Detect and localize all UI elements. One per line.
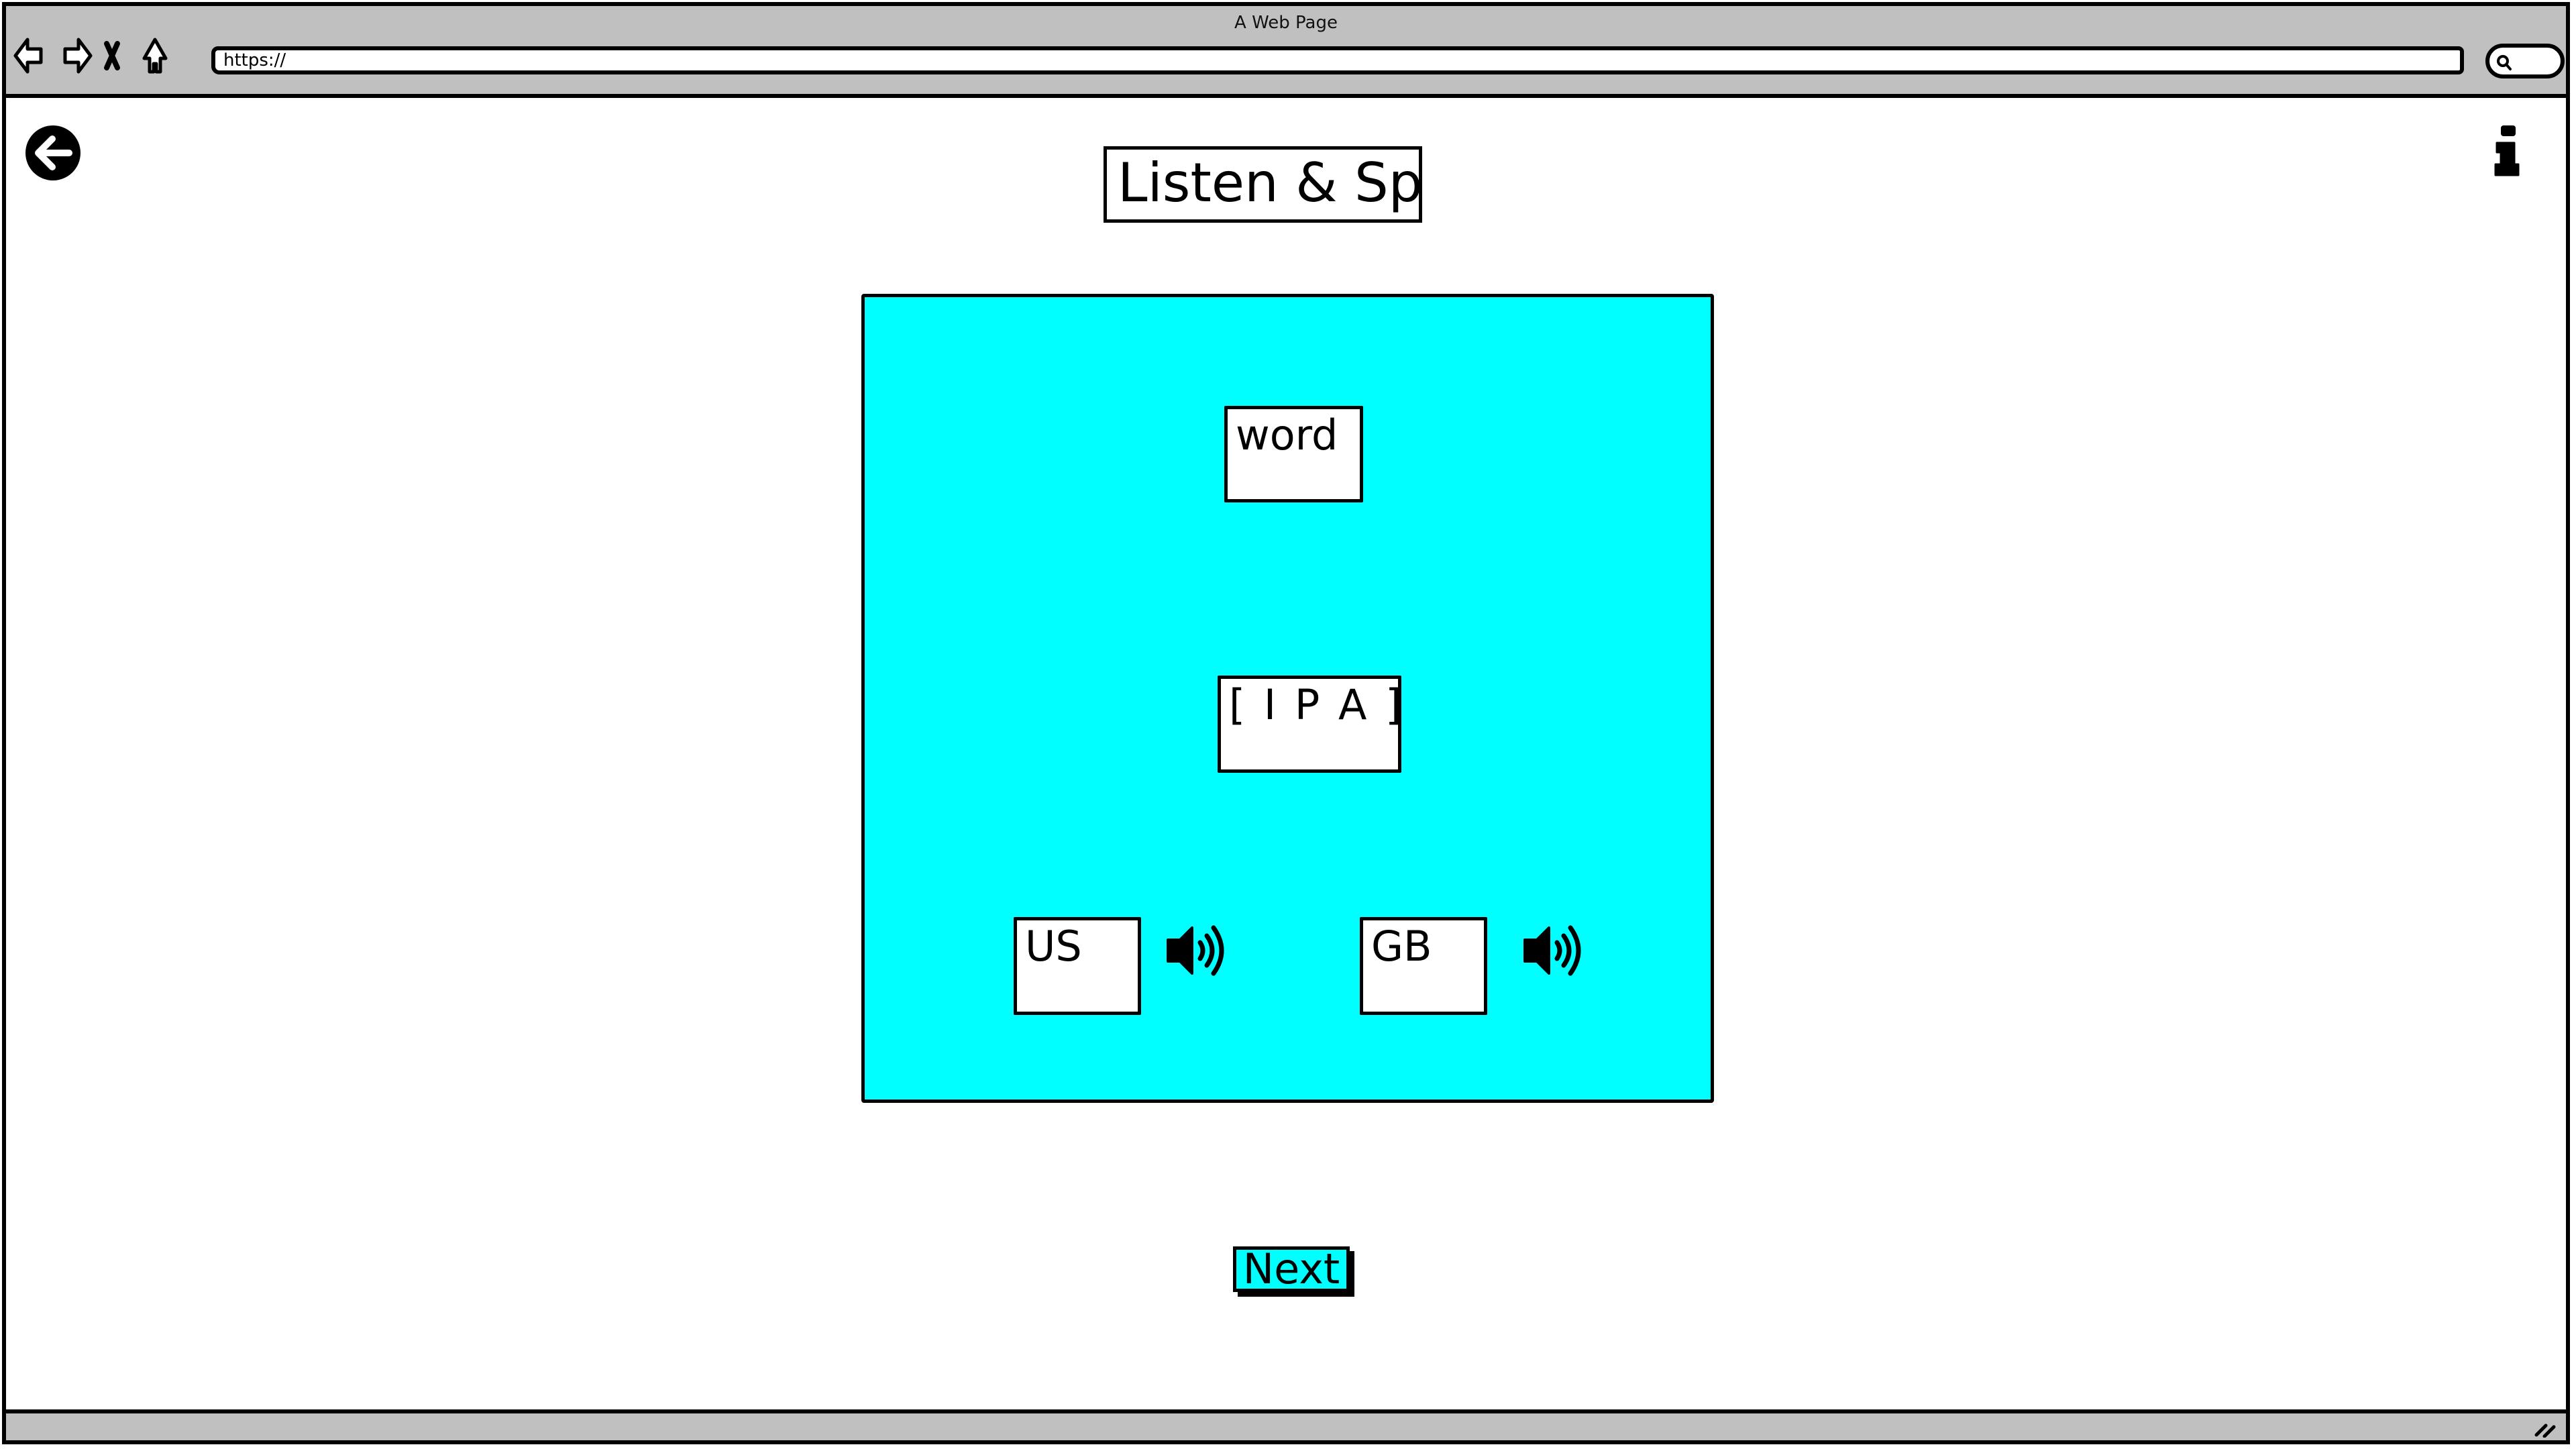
url-input[interactable]: https:// [211,46,2464,74]
resize-grip-icon[interactable] [2534,1421,2557,1438]
browser-search-field[interactable] [2485,44,2565,78]
speaker-icon [1167,925,1224,976]
us-pronunciation-card: US [1014,917,1141,1015]
page-title: Listen & Spell [1104,146,1422,223]
gb-label: GB [1371,922,1432,971]
search-icon [2497,55,2512,70]
word-panel: word [ I P A ] US GB [861,294,1714,1103]
circle-arrow-left-icon [25,125,80,180]
gb-speaker-button[interactable] [1522,924,1584,977]
word-card: word [1224,406,1363,502]
window-title: A Web Page [1234,13,1338,33]
browser-toolbar: A Web Page https:// [2,2,2570,98]
speaker-icon [1523,925,1581,976]
word-text: word [1236,411,1338,460]
browser-status-bar [2,1409,2570,1444]
next-button[interactable]: Next [1233,1246,1350,1292]
us-speaker-button[interactable] [1165,924,1227,977]
url-text: https:// [223,50,286,70]
back-button[interactable] [25,125,80,180]
info-icon [2494,125,2520,176]
back-arrow-icon[interactable] [13,36,53,76]
ipa-text: [ I P A ] [1229,680,1401,729]
home-icon[interactable] [135,36,175,76]
stop-icon[interactable] [92,36,132,76]
forward-arrow-icon[interactable] [53,36,93,76]
info-button[interactable] [2493,124,2521,178]
ipa-card: [ I P A ] [1218,676,1401,773]
gb-pronunciation-card: GB [1360,917,1487,1015]
us-label: US [1025,922,1082,971]
